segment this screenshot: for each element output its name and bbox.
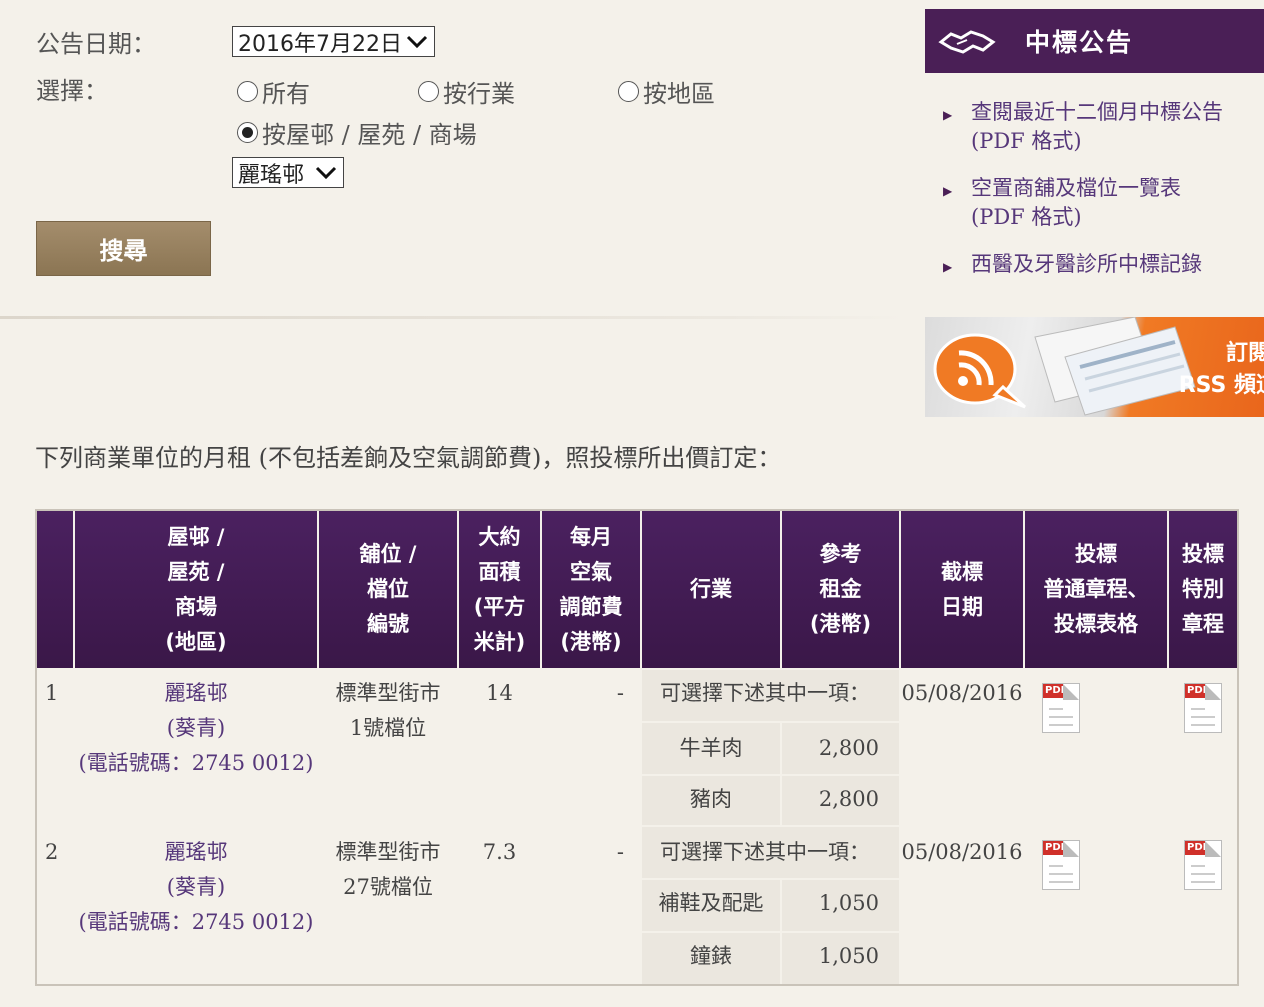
unit-cell: 標準型街市 27號檔位 <box>319 827 457 984</box>
ac-fee-cell: - <box>542 827 640 984</box>
pdf-icon[interactable]: PDF <box>1184 683 1222 733</box>
header-deadline: 截標 日期 <box>901 511 1023 668</box>
award-notice-pdf-link[interactable]: 查閱最近十二個月中標公告 (PDF 格式) <box>971 98 1223 156</box>
trade-rent-cell: 2,800 <box>782 723 899 774</box>
radio-estate[interactable]: 按屋邨 / 屋苑 / 商場 <box>237 115 477 150</box>
trade-choose-cell: 可選擇下述其中一項： <box>642 670 899 721</box>
trade-choose-cell: 可選擇下述其中一項： <box>642 827 899 878</box>
district-label: (葵青) <box>166 875 226 899</box>
estate-select-value: 麗瑤邨 <box>238 162 305 188</box>
deadline-cell: 05/08/2016 <box>901 827 1023 984</box>
deadline-cell: 05/08/2016 <box>901 670 1023 825</box>
header-area: 大約 面積 (平方 米計) <box>459 511 540 668</box>
panel-link-item[interactable]: ▶ 空置商舖及檔位一覽表 (PDF 格式) <box>943 174 1264 232</box>
area-cell: 14 <box>459 670 540 825</box>
radio-district-label: 按地區 <box>643 80 715 108</box>
general-terms-cell: PDF <box>1025 670 1167 825</box>
select-label: 選擇： <box>36 77 108 105</box>
panel-link-item[interactable]: ▶ 西醫及牙醫診所中標記錄 <box>943 250 1264 279</box>
table-row: 1 <box>37 670 73 825</box>
trade-rent-cell: 2,800 <box>782 776 899 825</box>
divider <box>0 316 905 319</box>
estate-select[interactable]: 麗瑤邨 <box>232 157 344 188</box>
radio-trade-label: 按行業 <box>443 80 515 108</box>
award-notice-panel: 中標公告 ▶ 查閱最近十二個月中標公告 (PDF 格式) ▶ 空置商舖及檔位一覽表… <box>925 9 1264 317</box>
estate-link[interactable]: 麗瑤邨 <box>165 840 228 864</box>
radio-all[interactable]: 所有 <box>237 74 310 109</box>
chevron-down-icon <box>315 166 337 179</box>
header-estate: 屋邨 / 屋苑 / 商場 (地區) <box>75 511 317 668</box>
trade-rent-cell: 1,050 <box>782 880 899 931</box>
row-number: 2 <box>45 840 59 864</box>
trade-name-cell: 鐘錶 <box>642 933 780 984</box>
arrow-right-icon: ▶ <box>943 184 953 198</box>
rss-subscribe-text: 訂閱 <box>1225 341 1264 366</box>
table-row: 2 <box>37 827 73 984</box>
radio-trade[interactable]: 按行業 <box>418 74 515 109</box>
phone-label: (電話號碼：2745 0012) <box>78 751 314 775</box>
rss-icon <box>933 333 1027 409</box>
search-button[interactable]: 搜尋 <box>36 221 211 276</box>
clinic-records-link[interactable]: 西醫及牙醫診所中標記錄 <box>971 250 1202 279</box>
special-terms-cell: PDF <box>1169 827 1237 984</box>
intro-text: 下列商業單位的月租 (不包括差餉及空氣調節費)，照投標所出價訂定： <box>35 444 782 472</box>
date-select-value: 2016年7月22日 <box>238 31 402 57</box>
arrow-right-icon: ▶ <box>943 108 953 122</box>
header-trade: 行業 <box>642 511 780 668</box>
trade-name-cell: 牛羊肉 <box>642 723 780 774</box>
ac-fee-cell: - <box>542 670 640 825</box>
radio-district[interactable]: 按地區 <box>618 74 715 109</box>
header-general-terms: 投標 普通章程、 投標表格 <box>1025 511 1167 668</box>
rss-channel-text: RSS 頻道 <box>1178 373 1264 398</box>
trade-name-cell: 豬肉 <box>642 776 780 825</box>
header-special-terms: 投標 特別 章程 <box>1169 511 1237 668</box>
row-number: 1 <box>45 681 59 705</box>
phone-label: (電話號碼：2745 0012) <box>78 910 314 934</box>
radio-circle-selected[interactable] <box>237 122 258 143</box>
radio-estate-label: 按屋邨 / 屋苑 / 商場 <box>262 121 477 149</box>
estate-link[interactable]: 麗瑤邨 <box>165 681 228 705</box>
unit-cell: 標準型街市 1號檔位 <box>319 670 457 825</box>
radio-all-label: 所有 <box>262 80 310 108</box>
panel-title: 中標公告 <box>1025 28 1134 57</box>
panel-header: 中標公告 <box>925 9 1264 73</box>
estate-cell: 麗瑤邨 (葵青) (電話號碼：2745 0012) <box>75 827 317 984</box>
rss-subscribe-banner[interactable]: 訂閱 RSS 頻道 <box>925 317 1264 417</box>
arrow-right-icon: ▶ <box>943 260 953 274</box>
special-terms-cell: PDF <box>1169 670 1237 825</box>
date-label: 公告日期： <box>36 30 156 58</box>
area-cell: 7.3 <box>459 827 540 984</box>
header-ac-fee: 每月 空氣 調節費 (港幣) <box>542 511 640 668</box>
general-terms-cell: PDF <box>1025 827 1167 984</box>
panel-link-item[interactable]: ▶ 查閱最近十二個月中標公告 (PDF 格式) <box>943 98 1264 156</box>
chevron-down-icon <box>406 35 428 48</box>
header-unit: 舖位 / 檔位 編號 <box>319 511 457 668</box>
date-select[interactable]: 2016年7月22日 <box>232 26 435 57</box>
estate-cell: 麗瑤邨 (葵青) (電話號碼：2745 0012) <box>75 670 317 825</box>
tender-table: 屋邨 / 屋苑 / 商場 (地區) 舖位 / 檔位 編號 大約 面積 (平方 米計) 每月 空氣調… <box>35 509 1239 986</box>
radio-circle[interactable] <box>618 81 639 102</box>
radio-circle[interactable] <box>237 81 258 102</box>
trade-rent-cell: 1,050 <box>782 933 899 984</box>
handshake-icon <box>938 30 996 54</box>
pdf-icon[interactable]: PDF <box>1042 683 1080 733</box>
pdf-icon[interactable]: PDF <box>1184 840 1222 890</box>
district-label: (葵青) <box>166 716 226 740</box>
radio-circle[interactable] <box>418 81 439 102</box>
header-no <box>37 511 73 668</box>
trade-name-cell: 補鞋及配匙 <box>642 880 780 931</box>
header-rent: 參考 租金 (港幣) <box>782 511 899 668</box>
pdf-icon[interactable]: PDF <box>1042 840 1080 890</box>
vacant-shops-pdf-link[interactable]: 空置商舖及檔位一覽表 (PDF 格式) <box>971 174 1181 232</box>
